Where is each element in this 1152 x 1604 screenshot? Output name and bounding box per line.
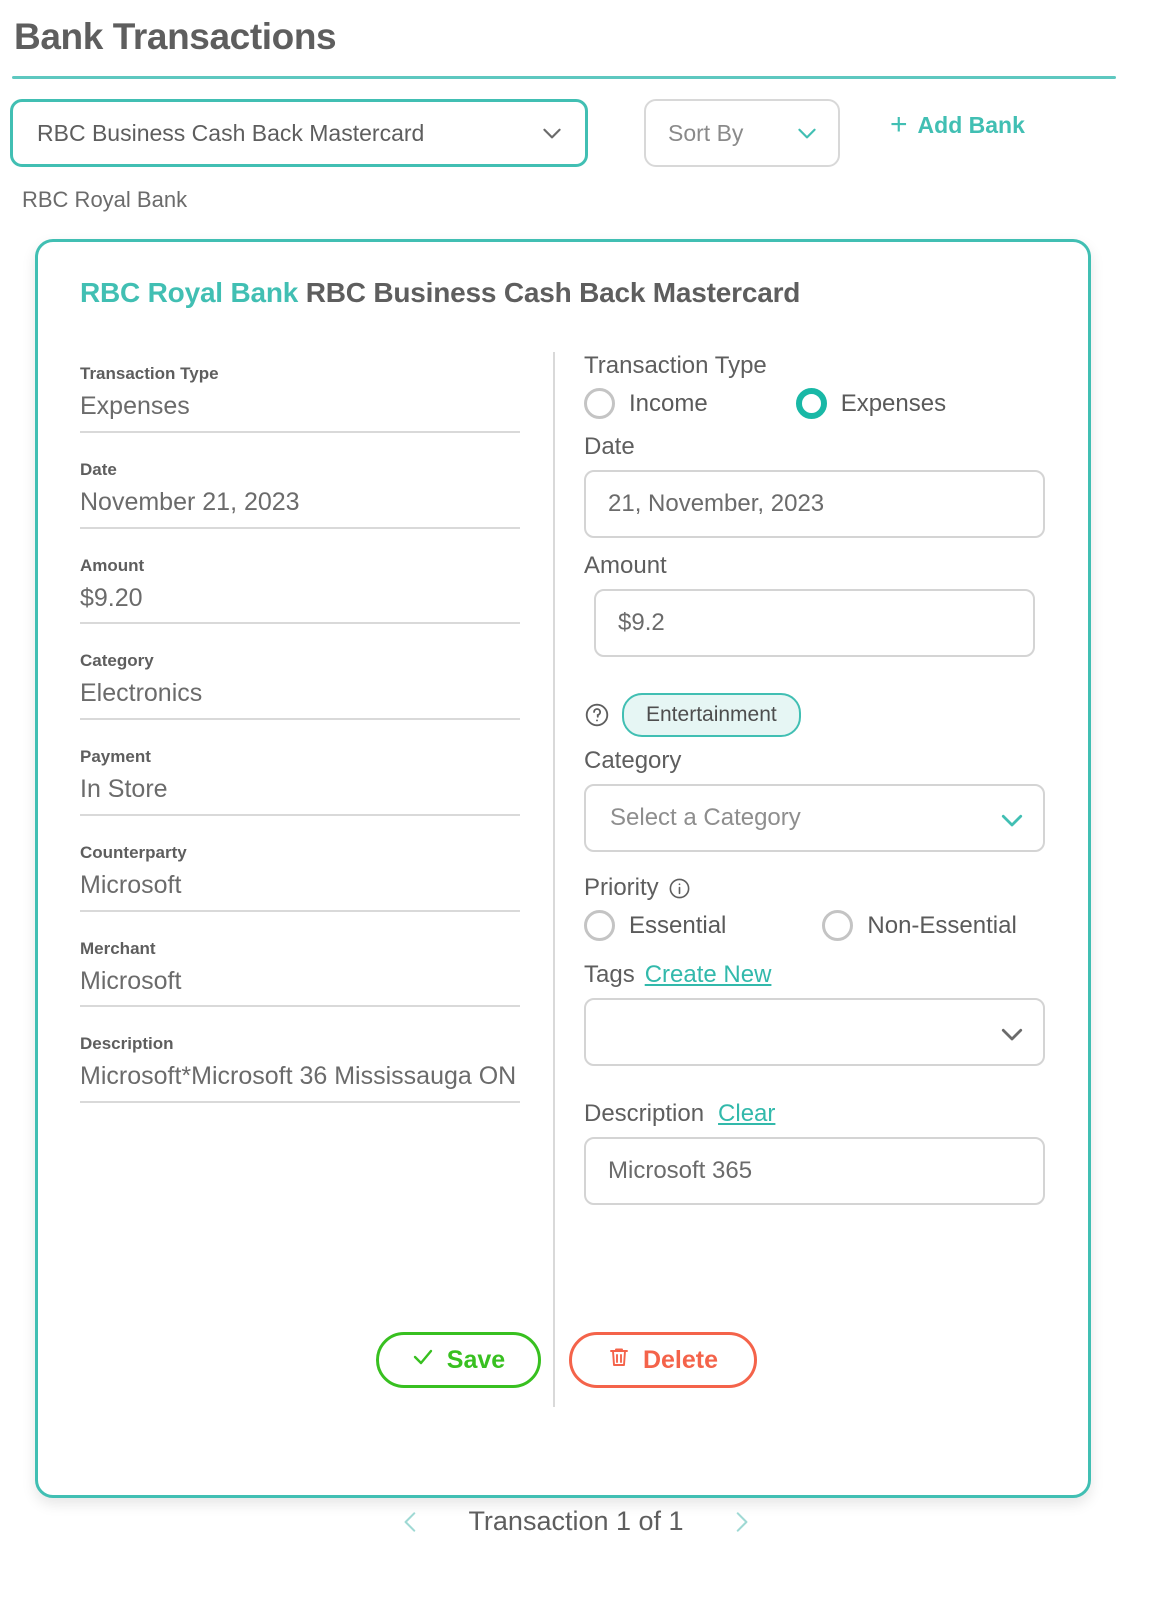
radio-non-essential-circle[interactable] (822, 910, 854, 941)
transaction-type-label: Transaction Type (584, 352, 767, 379)
bank-name-subtitle: RBC Royal Bank (22, 187, 188, 212)
detail-value: Microsoft (80, 869, 520, 912)
detail-category: Category Electronics (80, 651, 520, 720)
pagination: Transaction 1 of 1 (0, 1506, 1152, 1537)
sort-by-select[interactable]: Sort By (644, 99, 840, 167)
bank-account-select[interactable]: RBC Business Cash Back Mastercard (10, 99, 588, 167)
bank-account-select-value: RBC Business Cash Back Mastercard (37, 119, 425, 146)
radio-expenses[interactable]: Expenses (795, 388, 947, 419)
priority-radio-group: Essential Non-Essential (584, 910, 1054, 941)
detail-value: Microsoft (80, 965, 520, 1008)
date-label: Date (584, 433, 635, 460)
radio-essential-label: Essential (629, 911, 727, 939)
detail-date: Date November 21, 2023 (80, 460, 520, 529)
chevron-down-icon (794, 120, 820, 146)
detail-merchant: Merchant Microsoft (80, 939, 520, 1008)
category-select[interactable]: Select a Category (584, 784, 1045, 852)
detail-value: $9.20 (80, 582, 520, 625)
radio-non-essential[interactable]: Non-Essential (822, 910, 1017, 941)
save-button[interactable]: Save (375, 1332, 541, 1388)
card-actions: Save Delete (38, 1332, 1094, 1388)
detail-label: Date (80, 459, 117, 479)
category-label: Category (584, 747, 682, 774)
chevron-down-icon (539, 120, 565, 146)
radio-expenses-circle[interactable] (795, 388, 827, 419)
card-title-bank: RBC Royal Bank (80, 277, 299, 308)
detail-label: Counterparty (80, 842, 187, 862)
description-input[interactable]: Microsoft 365 (584, 1137, 1045, 1205)
amount-label: Amount (584, 552, 667, 579)
page-title: Bank Transactions (14, 16, 337, 57)
transaction-type-radio-group: Income Expenses (584, 388, 1054, 419)
previous-transaction-button[interactable] (398, 1507, 424, 1537)
transaction-card: RBC Royal Bank RBC Business Cash Back Ma… (35, 239, 1091, 1498)
detail-label: Transaction Type (80, 364, 219, 383)
add-bank-button[interactable]: + Add Bank (890, 110, 1025, 140)
detail-counterparty: Counterparty Microsoft (80, 843, 520, 912)
card-title: RBC Royal Bank RBC Business Cash Back Ma… (80, 277, 800, 309)
clear-description-link[interactable]: Clear (718, 1100, 775, 1128)
priority-label: Priority (584, 874, 659, 901)
tags-label: Tags (584, 961, 635, 988)
priority-header: Priority (584, 874, 1054, 902)
radio-essential-circle[interactable] (584, 910, 615, 941)
card-title-account: RBC Business Cash Back Mastercard (298, 277, 801, 308)
amount-input[interactable]: $9.2 (594, 589, 1035, 657)
detail-label: Amount (80, 555, 145, 575)
radio-income-circle[interactable] (584, 388, 615, 419)
chevron-down-icon (997, 1019, 1023, 1045)
detail-label: Category (80, 651, 154, 671)
detail-transaction-type: Transaction Type Expenses (80, 364, 520, 433)
tags-header: Tags Create New (584, 961, 1054, 989)
detail-label: Description (80, 1034, 174, 1054)
plus-icon: + (890, 108, 908, 141)
delete-button-label: Delete (642, 1345, 719, 1374)
description-header: Description Clear (584, 1100, 1054, 1128)
trash-icon (607, 1345, 631, 1376)
question-circle-icon[interactable] (584, 702, 610, 728)
add-bank-label: Add Bank (917, 111, 1025, 138)
sort-by-value: Sort By (668, 119, 744, 146)
date-input[interactable]: 21, November, 2023 (584, 470, 1045, 538)
detail-payment: Payment In Store (80, 747, 520, 816)
suggested-category-chip[interactable]: Entertainment (622, 693, 801, 737)
radio-non-essential-label: Non-Essential (867, 911, 1017, 939)
radio-essential[interactable]: Essential (584, 910, 726, 941)
radio-income[interactable]: Income (584, 388, 708, 419)
delete-button[interactable]: Delete (568, 1332, 757, 1388)
description-label: Description (584, 1100, 705, 1127)
tags-select[interactable] (584, 998, 1045, 1066)
column-divider (553, 352, 555, 1407)
detail-value: November 21, 2023 (80, 486, 520, 529)
check-icon (411, 1345, 435, 1376)
transaction-details-list: Transaction Type Expenses Date November … (80, 364, 520, 1130)
detail-value: Electronics (80, 677, 520, 720)
create-new-tag-link[interactable]: Create New (645, 961, 772, 989)
detail-value: Expenses (80, 390, 520, 433)
detail-value: Microsoft*Microsoft 36 Mississauga ON (80, 1060, 520, 1103)
detail-amount: Amount $9.20 (80, 556, 520, 625)
info-circle-icon[interactable] (668, 877, 691, 900)
save-button-label: Save (446, 1345, 506, 1374)
transaction-edit-form: Transaction Type Income Expenses Date 21… (584, 352, 1054, 1205)
detail-value: In Store (80, 773, 520, 816)
next-transaction-button[interactable] (728, 1507, 754, 1537)
chevron-down-icon (997, 805, 1023, 831)
radio-income-label: Income (629, 389, 708, 417)
detail-label: Payment (80, 747, 151, 766)
bank-transactions-page: Bank Transactions RBC Business Cash Back… (0, 0, 1152, 1604)
detail-label: Merchant (80, 938, 156, 958)
date-input-value: 21, November, 2023 (608, 490, 825, 517)
radio-expenses-label: Expenses (840, 389, 947, 417)
description-input-value: Microsoft 365 (608, 1157, 753, 1184)
amount-input-value: $9.2 (618, 609, 665, 636)
category-select-placeholder: Select a Category (610, 804, 801, 831)
detail-description: Description Microsoft*Microsoft 36 Missi… (80, 1034, 520, 1103)
title-divider (12, 76, 1116, 79)
suggested-category-row: Entertainment (584, 693, 1054, 737)
pagination-status: Transaction 1 of 1 (468, 1506, 684, 1536)
